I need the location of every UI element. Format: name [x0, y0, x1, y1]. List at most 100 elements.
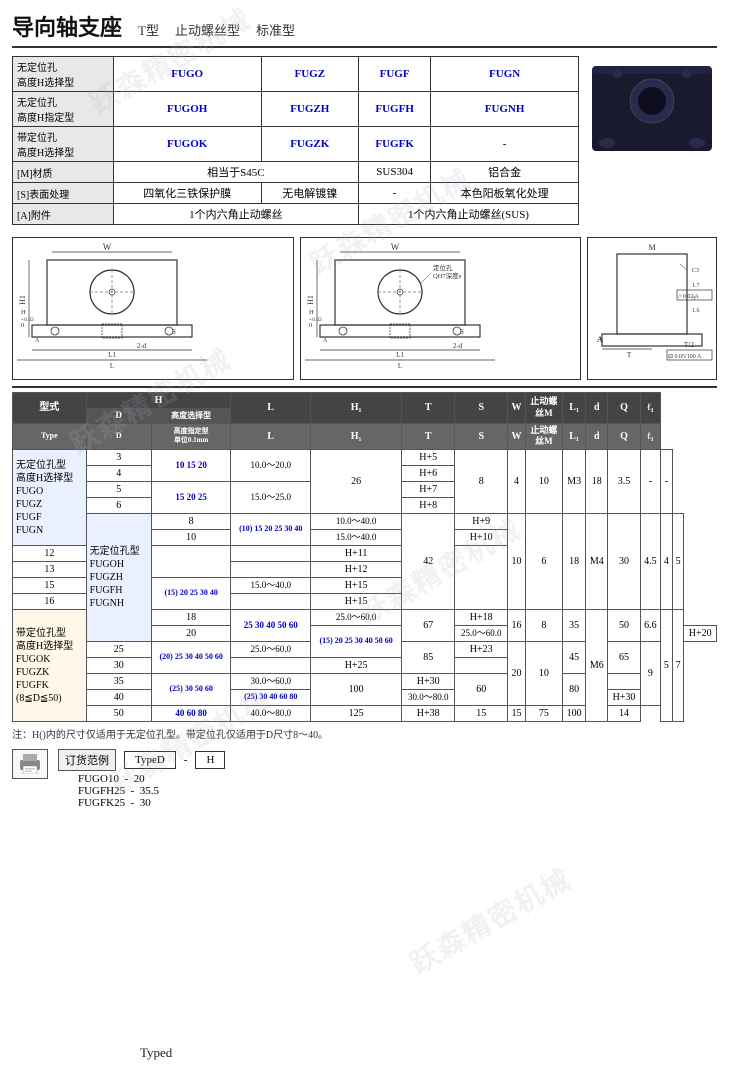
d-3: 3 [86, 450, 151, 466]
table-row: [A]附件 1个内六角止动螺丝 1个内六角止动螺丝(SUS) [13, 204, 579, 225]
hp-25: 25.0～60.0 [231, 642, 311, 658]
L1-3: 18 [586, 450, 608, 514]
H1-12: H+11 [311, 546, 402, 562]
cell-s45c: 相当于S45C [113, 162, 358, 183]
cell-fugzk: FUGZK [261, 127, 358, 162]
d-12: 12 [13, 546, 87, 562]
th-height-select: 高度选择型 [151, 409, 231, 424]
T-25: 20 [508, 642, 525, 706]
T-8: 10 [508, 514, 525, 610]
th-d-sub: d [586, 423, 608, 449]
d-20: 20 [151, 626, 231, 642]
hs-15: (15) 20 25 30 40 [151, 578, 231, 610]
Q-8: 4 [661, 514, 673, 610]
th-M: 止动螺丝M [525, 393, 562, 424]
L-35: 100 [311, 674, 402, 706]
product-image-container [587, 56, 717, 164]
svg-text:H1: H1 [18, 295, 27, 305]
hs-35: (25) 30 50 60 [151, 674, 231, 706]
hs-12 [151, 546, 231, 578]
row-label-3: 带定位孔高度H选择型 [13, 127, 114, 162]
row-label-2: 无定位孔高度H指定型 [13, 92, 114, 127]
drawing-1: W H1 H +0.02 [12, 237, 294, 380]
d-4: 4 [86, 466, 151, 482]
subtitle-1: T型 [138, 20, 159, 39]
table-row: 无定位孔型FUGOHFUGZHFUGFHFUGNH 8 (10) 15 20 2… [13, 514, 717, 530]
th-height-specify: 高度指定型单位0.1mm [151, 423, 231, 449]
hs-18: 25 30 40 50 60 [231, 610, 311, 642]
M-8: M4 [586, 514, 608, 610]
table-row: [M]材质 相当于S45C SUS304 铝合金 [13, 162, 579, 183]
example-1: FUGO10 - 20 [78, 773, 225, 785]
H1-13: H+12 [311, 562, 402, 578]
hs-8: (10) 15 20 25 30 40 [231, 514, 311, 546]
top-left: 无定位孔高度H选择型 FUGO FUGZ FUGF FUGN 无定位孔高度H指定… [12, 56, 579, 231]
L-50: 125 [311, 706, 402, 722]
M-18: M6 [586, 610, 608, 722]
printer-icon[interactable] [12, 749, 48, 779]
W-3: 10 [525, 450, 562, 514]
d-35: 35 [86, 674, 151, 690]
hp-50: 40.0～80.0 [231, 706, 311, 722]
svg-text:L: L [110, 362, 114, 370]
l1-18: 7 [672, 610, 684, 722]
subtitle-2: 止动螺丝型 [175, 20, 240, 39]
product-type-table: 无定位孔高度H选择型 FUGO FUGZ FUGF FUGN 无定位孔高度H指定… [12, 56, 579, 225]
H1-10: H+10 [455, 530, 508, 546]
cell-surface-2: 无电解镀镍 [261, 183, 358, 204]
cell-fugok: FUGOK [113, 127, 261, 162]
drawing-3: M T/2 T C3 1.7 3 1.6 [587, 237, 717, 380]
svg-text:0: 0 [21, 322, 24, 329]
svg-text:2-d: 2-d [137, 342, 147, 350]
th-W-sub: W [508, 423, 525, 449]
th-H: H [86, 393, 231, 409]
watermark-6: 跃森精密机械 [402, 858, 578, 983]
hs-20: (15) 20 25 30 40 50 60 [311, 626, 402, 658]
hp-15: 15.0～40.0 [231, 578, 311, 594]
row-label-accessory: [A]附件 [13, 204, 114, 225]
H1-4: H+6 [402, 466, 455, 482]
order-header-row: 订货范例 TypeD - H [58, 749, 225, 771]
hs-25: (20) 25 30 40 50 60 [151, 642, 231, 674]
cell-fugn: FUGN [431, 57, 579, 92]
L1-18: 50 [608, 610, 640, 642]
example-2: FUGFH25 - 35.5 [78, 785, 225, 797]
svg-text:W: W [390, 242, 399, 252]
cell-surface-3: - [358, 183, 430, 204]
S-8: 6 [525, 514, 562, 610]
W-50: 75 [525, 706, 562, 722]
table-row: 无定位孔高度H指定型 FUGOH FUGZH FUGFH FUGNH [13, 92, 579, 127]
cell-aluminum: 铝合金 [431, 162, 579, 183]
drawing-svg-2: W 定位孔 QH7深度e [305, 242, 495, 372]
cell-sus304: SUS304 [358, 162, 430, 183]
main-table-wrapper: 型式 H L H₁ T S W 止动螺丝M L₁ d Q ℓ₁ D 高度选择型 [12, 392, 717, 722]
H1-50: H+38 [402, 706, 455, 722]
table-header-row-1: 型式 H L H₁ T S W 止动螺丝M L₁ d Q ℓ₁ [13, 393, 717, 409]
page-header: 导向轴支座 T型 止动螺丝型 标准型 [12, 10, 717, 48]
svg-text:T: T [627, 351, 632, 359]
cell-fugf: FUGF [358, 57, 430, 92]
th-T-sub: T [402, 423, 455, 449]
H1-15: H+15 [311, 578, 402, 594]
S-50: 15 [508, 706, 525, 722]
svg-text:S: S [460, 328, 464, 336]
L1-50: 100 [562, 706, 585, 722]
Q-18: 5 [661, 610, 673, 722]
d-val-18: 6.6 [640, 610, 660, 642]
th-Q: Q [608, 393, 640, 424]
L-18: 67 [402, 610, 455, 642]
th-type-sub: Type [13, 423, 87, 449]
svg-text:H: H [309, 309, 314, 316]
S-3: 4 [508, 450, 525, 514]
L1-8: 30 [608, 514, 640, 610]
H1-30: H+25 [311, 658, 402, 674]
cell-surface-1: 四氧化三铁保护膜 [113, 183, 261, 204]
cell-fugoh: FUGOH [113, 92, 261, 127]
cell-fugfk: FUGFK [358, 127, 430, 162]
L-8: 42 [402, 514, 455, 610]
typed-label: Typed [140, 1045, 172, 1061]
th-L1: L₁ [562, 393, 585, 424]
H1-3: H+5 [402, 450, 455, 466]
svg-text:L1: L1 [396, 351, 404, 359]
drawing-svg-1: W H1 H +0.02 [17, 242, 207, 372]
